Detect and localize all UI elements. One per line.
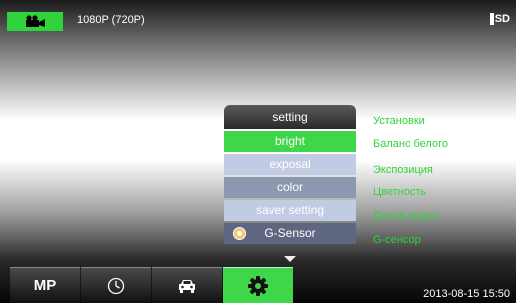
translation-g-sensor: G-сенсор: [373, 234, 421, 246]
settings-menu: setting bright exposal color saver setti…: [224, 105, 356, 262]
menu-item-label: exposal: [269, 157, 311, 171]
menu-item-g-sensor[interactable]: G-Sensor: [224, 223, 356, 244]
tab-timer[interactable]: [81, 267, 151, 303]
clock-icon: [107, 277, 125, 294]
gear-icon: [248, 275, 268, 296]
menu-item-bright[interactable]: bright: [224, 131, 356, 152]
tab-mp-label: MP: [33, 277, 57, 294]
menu-item-label: bright: [274, 134, 306, 148]
menu-item-label: G-Sensor: [264, 226, 316, 240]
tab-settings[interactable]: [223, 267, 293, 303]
menu-title: setting: [224, 105, 356, 129]
translation-setting: Установки: [373, 115, 425, 127]
video-camera-icon: [26, 15, 45, 27]
tab-mp[interactable]: MP: [10, 267, 80, 303]
translation-bright: Баланс белого: [373, 138, 448, 150]
menu-item-exposal[interactable]: exposal: [224, 154, 356, 175]
date-time-display: 2013-08-15 15:50: [423, 288, 510, 300]
tab-car[interactable]: [152, 267, 222, 303]
sd-card-icon: [489, 13, 494, 25]
translation-saver-setting: Длина видео: [373, 210, 439, 222]
menu-pointer-arrow: [284, 256, 296, 262]
menu-item-label: color: [276, 180, 303, 194]
car-icon: [179, 279, 195, 293]
bottom-tab-bar: MP: [10, 267, 294, 303]
top-status-bar: 1080P (720P) SD: [0, 0, 516, 42]
menu-item-saver-setting[interactable]: saver setting: [224, 200, 356, 221]
translation-color: Цветность: [373, 186, 427, 198]
radio-dot-icon: [233, 227, 246, 240]
sd-card-indicator: SD: [489, 13, 510, 25]
menu-item-label: saver setting: [255, 203, 325, 217]
sd-label: SD: [494, 13, 510, 25]
translation-exposal: Экспозиция: [373, 164, 433, 176]
video-mode-indicator: [7, 12, 63, 31]
menu-item-color[interactable]: color: [224, 177, 356, 198]
resolution-label: 1080P (720P): [77, 14, 145, 26]
